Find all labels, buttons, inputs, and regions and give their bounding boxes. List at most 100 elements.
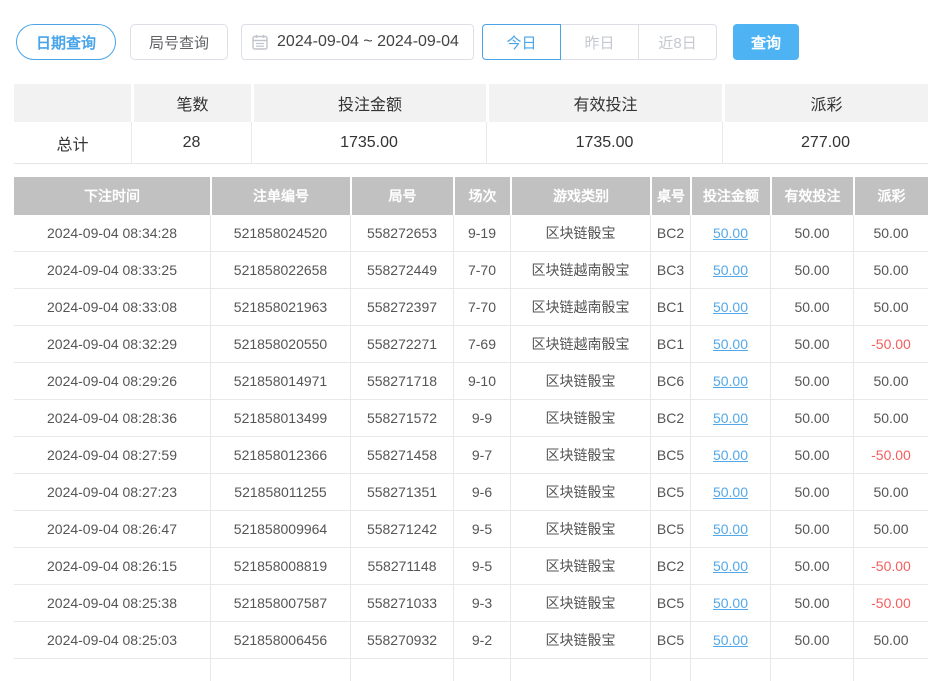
bet-amount-link[interactable]: 50.00 [713,521,748,537]
bet-id-cell: 521858022658 [210,252,350,289]
valid-bet-cell: 50.00 [770,252,853,289]
valid-bet-cell: 50.00 [770,437,853,474]
round-id-cell: 558271718 [350,363,453,400]
bet-time-cell [14,659,210,681]
session-cell: 9-9 [453,400,510,437]
game-type-cell: 区块链骰宝 [510,511,650,548]
game-type-cell: 区块链越南骰宝 [510,289,650,326]
table-no-cell: BC1 [650,289,690,326]
bet-amount-cell: 50.00 [690,474,770,511]
payout-cell: -50.00 [853,326,928,363]
bet-time-cell: 2024-09-04 08:25:03 [14,622,210,659]
table-row: 2024-09-04 08:34:28 521858024520 5582726… [14,215,928,252]
game-type-cell [510,659,650,681]
valid-bet-cell: 50.00 [770,215,853,252]
bet-amount-cell: 50.00 [690,511,770,548]
bet-id-cell [210,659,350,681]
bet-amount-link[interactable]: 50.00 [713,410,748,426]
header-session: 场次 [453,177,510,215]
bet-amount-link[interactable]: 50.00 [713,299,748,315]
summary-bet-amount-value: 1735.00 [251,122,486,164]
table-no-cell: BC2 [650,400,690,437]
valid-bet-cell: 50.00 [770,326,853,363]
session-cell: 7-70 [453,252,510,289]
bet-amount-link[interactable]: 50.00 [713,262,748,278]
table-row: 2024-09-04 08:33:08 521858021963 5582723… [14,289,928,326]
bet-id-cell: 521858024520 [210,215,350,252]
session-cell: 9-5 [453,511,510,548]
summary-table: 笔数 投注金额 有效投注 派彩 总计 28 1735.00 1735.00 27… [14,84,928,164]
bet-id-cell: 521858007587 [210,585,350,622]
header-table-no: 桌号 [650,177,690,215]
search-button[interactable]: 查询 [733,24,799,60]
quick-range-group: 今日 昨日 近8日 [482,24,717,60]
last-8-days-button[interactable]: 近8日 [638,24,717,60]
date-range-input[interactable]: 2024-09-04 ~ 2024-09-04 [241,24,474,60]
bet-amount-cell: 50.00 [690,326,770,363]
valid-bet-cell: 50.00 [770,400,853,437]
bet-amount-cell: 50.00 [690,289,770,326]
table-row [14,659,928,681]
summary-payout-value: 277.00 [722,122,928,164]
round-id-cell: 558271148 [350,548,453,585]
game-type-cell: 区块链骰宝 [510,363,650,400]
table-no-cell: BC5 [650,585,690,622]
bet-amount-link[interactable]: 50.00 [713,373,748,389]
bet-amount-link[interactable]: 50.00 [713,447,748,463]
round-id-cell: 558271351 [350,474,453,511]
summary-total-row: 总计 28 1735.00 1735.00 277.00 [14,122,928,164]
payout-cell: -50.00 [853,585,928,622]
bet-id-cell: 521858013499 [210,400,350,437]
bet-id-cell: 521858008819 [210,548,350,585]
table-row: 2024-09-04 08:33:25 521858022658 5582724… [14,252,928,289]
date-range-value: 2024-09-04 ~ 2024-09-04 [277,33,459,51]
today-button[interactable]: 今日 [482,24,561,60]
table-row: 2024-09-04 08:26:47 521858009964 5582712… [14,511,928,548]
bet-amount-link[interactable]: 50.00 [713,595,748,611]
round-id-cell: 558271572 [350,400,453,437]
bet-amount-link[interactable]: 50.00 [713,484,748,500]
bet-amount-cell: 50.00 [690,548,770,585]
bet-id-cell: 521858012366 [210,437,350,474]
header-payout: 派彩 [853,177,928,215]
date-query-button[interactable]: 日期查询 [16,24,116,60]
round-id-cell: 558272449 [350,252,453,289]
summary-header-blank [14,84,131,122]
bet-amount-link[interactable]: 50.00 [713,558,748,574]
game-type-cell: 区块链骰宝 [510,474,650,511]
summary-header-payout: 派彩 [722,84,928,122]
bet-amount-link[interactable]: 50.00 [713,632,748,648]
summary-header-count: 笔数 [131,84,251,122]
session-cell: 9-2 [453,622,510,659]
summary-header-bet-amount: 投注金额 [251,84,486,122]
bets-table-body: 2024-09-04 08:34:28 521858024520 5582726… [14,215,928,681]
game-type-cell: 区块链越南骰宝 [510,252,650,289]
table-row: 2024-09-04 08:27:59 521858012366 5582714… [14,437,928,474]
round-query-button[interactable]: 局号查询 [130,24,228,60]
bet-amount-cell [690,659,770,681]
bet-amount-cell: 50.00 [690,400,770,437]
round-id-cell: 558271242 [350,511,453,548]
bet-time-cell: 2024-09-04 08:29:26 [14,363,210,400]
table-row: 2024-09-04 08:25:03 521858006456 5582709… [14,622,928,659]
bet-time-cell: 2024-09-04 08:32:29 [14,326,210,363]
bet-id-cell: 521858009964 [210,511,350,548]
round-id-cell: 558271033 [350,585,453,622]
table-row: 2024-09-04 08:26:15 521858008819 5582711… [14,548,928,585]
table-no-cell: BC5 [650,474,690,511]
summary-total-label: 总计 [14,122,131,164]
session-cell: 9-7 [453,437,510,474]
bet-time-cell: 2024-09-04 08:27:23 [14,474,210,511]
bet-amount-link[interactable]: 50.00 [713,225,748,241]
bet-amount-link[interactable]: 50.00 [713,336,748,352]
valid-bet-cell: 50.00 [770,474,853,511]
table-no-cell: BC2 [650,548,690,585]
summary-count-value: 28 [131,122,251,164]
yesterday-button[interactable]: 昨日 [560,24,639,60]
payout-cell: 50.00 [853,289,928,326]
header-valid-bet: 有效投注 [770,177,853,215]
header-round-id: 局号 [350,177,453,215]
toolbar: 日期查询 局号查询 2024-09-04 ~ 2024-09-04 今日 昨日 … [16,24,928,60]
session-cell: 7-69 [453,326,510,363]
valid-bet-cell: 50.00 [770,511,853,548]
